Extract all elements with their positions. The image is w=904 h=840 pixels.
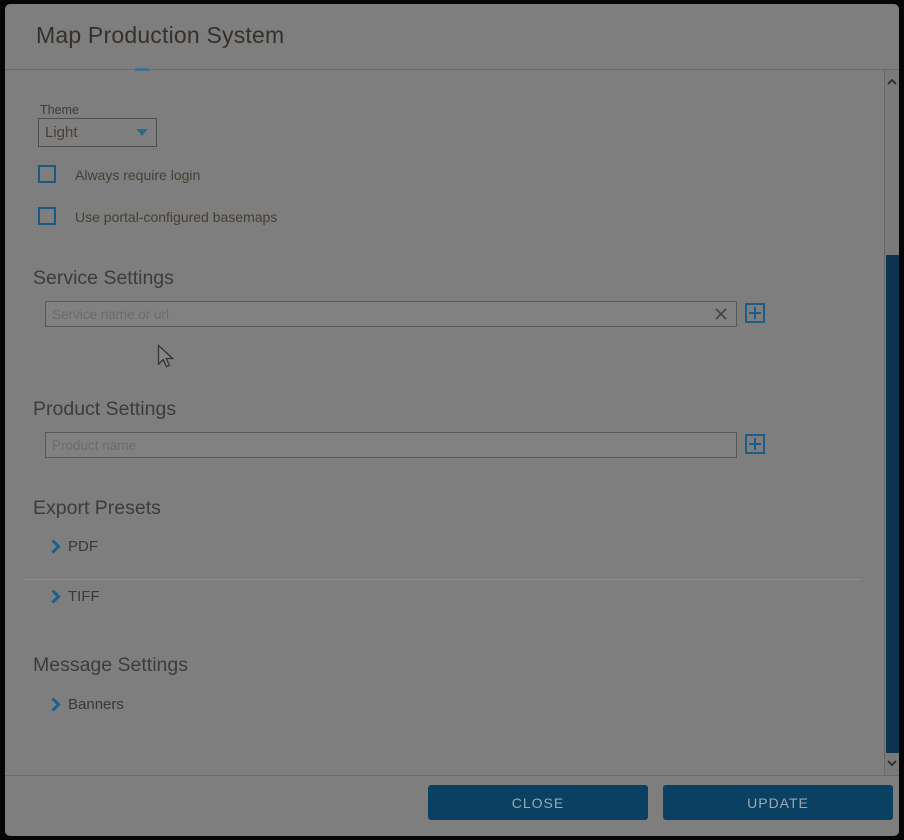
banners-row[interactable]: Banners <box>50 696 124 713</box>
caret-down-icon <box>136 129 148 136</box>
portal-basemaps-label[interactable]: Use portal-configured basemaps <box>75 209 277 225</box>
service-settings-heading: Service Settings <box>33 267 174 290</box>
plus-icon <box>749 438 761 450</box>
always-require-login-checkbox[interactable] <box>38 165 56 183</box>
scroll-down-button[interactable] <box>885 753 899 773</box>
page-title: Map Production System <box>36 22 284 49</box>
product-name-input[interactable] <box>45 432 737 458</box>
export-preset-label: TIFF <box>68 588 100 605</box>
close-button[interactable]: CLOSE <box>428 785 648 820</box>
clipped-element-edge <box>135 68 149 71</box>
vertical-scrollbar[interactable] <box>884 70 899 775</box>
portal-basemaps-checkbox[interactable] <box>38 207 56 225</box>
add-product-button[interactable] <box>745 434 765 454</box>
chevron-right-icon <box>50 589 61 604</box>
update-button[interactable]: UPDATE <box>663 785 893 820</box>
clear-service-input-button[interactable] <box>711 304 731 324</box>
plus-icon <box>749 307 761 319</box>
chevron-right-icon <box>50 697 61 712</box>
chevron-right-icon <box>50 539 61 554</box>
dialog-header: Map Production System <box>5 4 899 70</box>
dialog-footer: CLOSE UPDATE <box>5 775 899 836</box>
export-preset-label: PDF <box>68 538 98 555</box>
row-divider <box>25 579 861 580</box>
product-settings-heading: Product Settings <box>33 398 176 421</box>
service-name-input[interactable] <box>45 301 737 327</box>
chevron-up-icon <box>887 79 897 85</box>
scrollbar-thumb[interactable] <box>886 255 899 753</box>
export-preset-pdf-row[interactable]: PDF <box>50 538 98 555</box>
export-presets-heading: Export Presets <box>33 497 161 520</box>
theme-label: Theme <box>40 103 79 117</box>
scroll-up-button[interactable] <box>885 72 899 92</box>
map-production-system-dialog: Map Production System Theme Light Always… <box>5 4 899 836</box>
chevron-down-icon <box>887 760 897 766</box>
message-settings-heading: Message Settings <box>33 654 188 677</box>
always-require-login-label[interactable]: Always require login <box>75 167 200 183</box>
add-service-button[interactable] <box>745 303 765 323</box>
banners-label: Banners <box>68 696 124 713</box>
mouse-cursor <box>157 344 176 371</box>
theme-select[interactable]: Light <box>38 118 157 147</box>
theme-select-value: Light <box>45 124 78 141</box>
close-icon <box>714 307 728 321</box>
export-preset-tiff-row[interactable]: TIFF <box>50 588 100 605</box>
